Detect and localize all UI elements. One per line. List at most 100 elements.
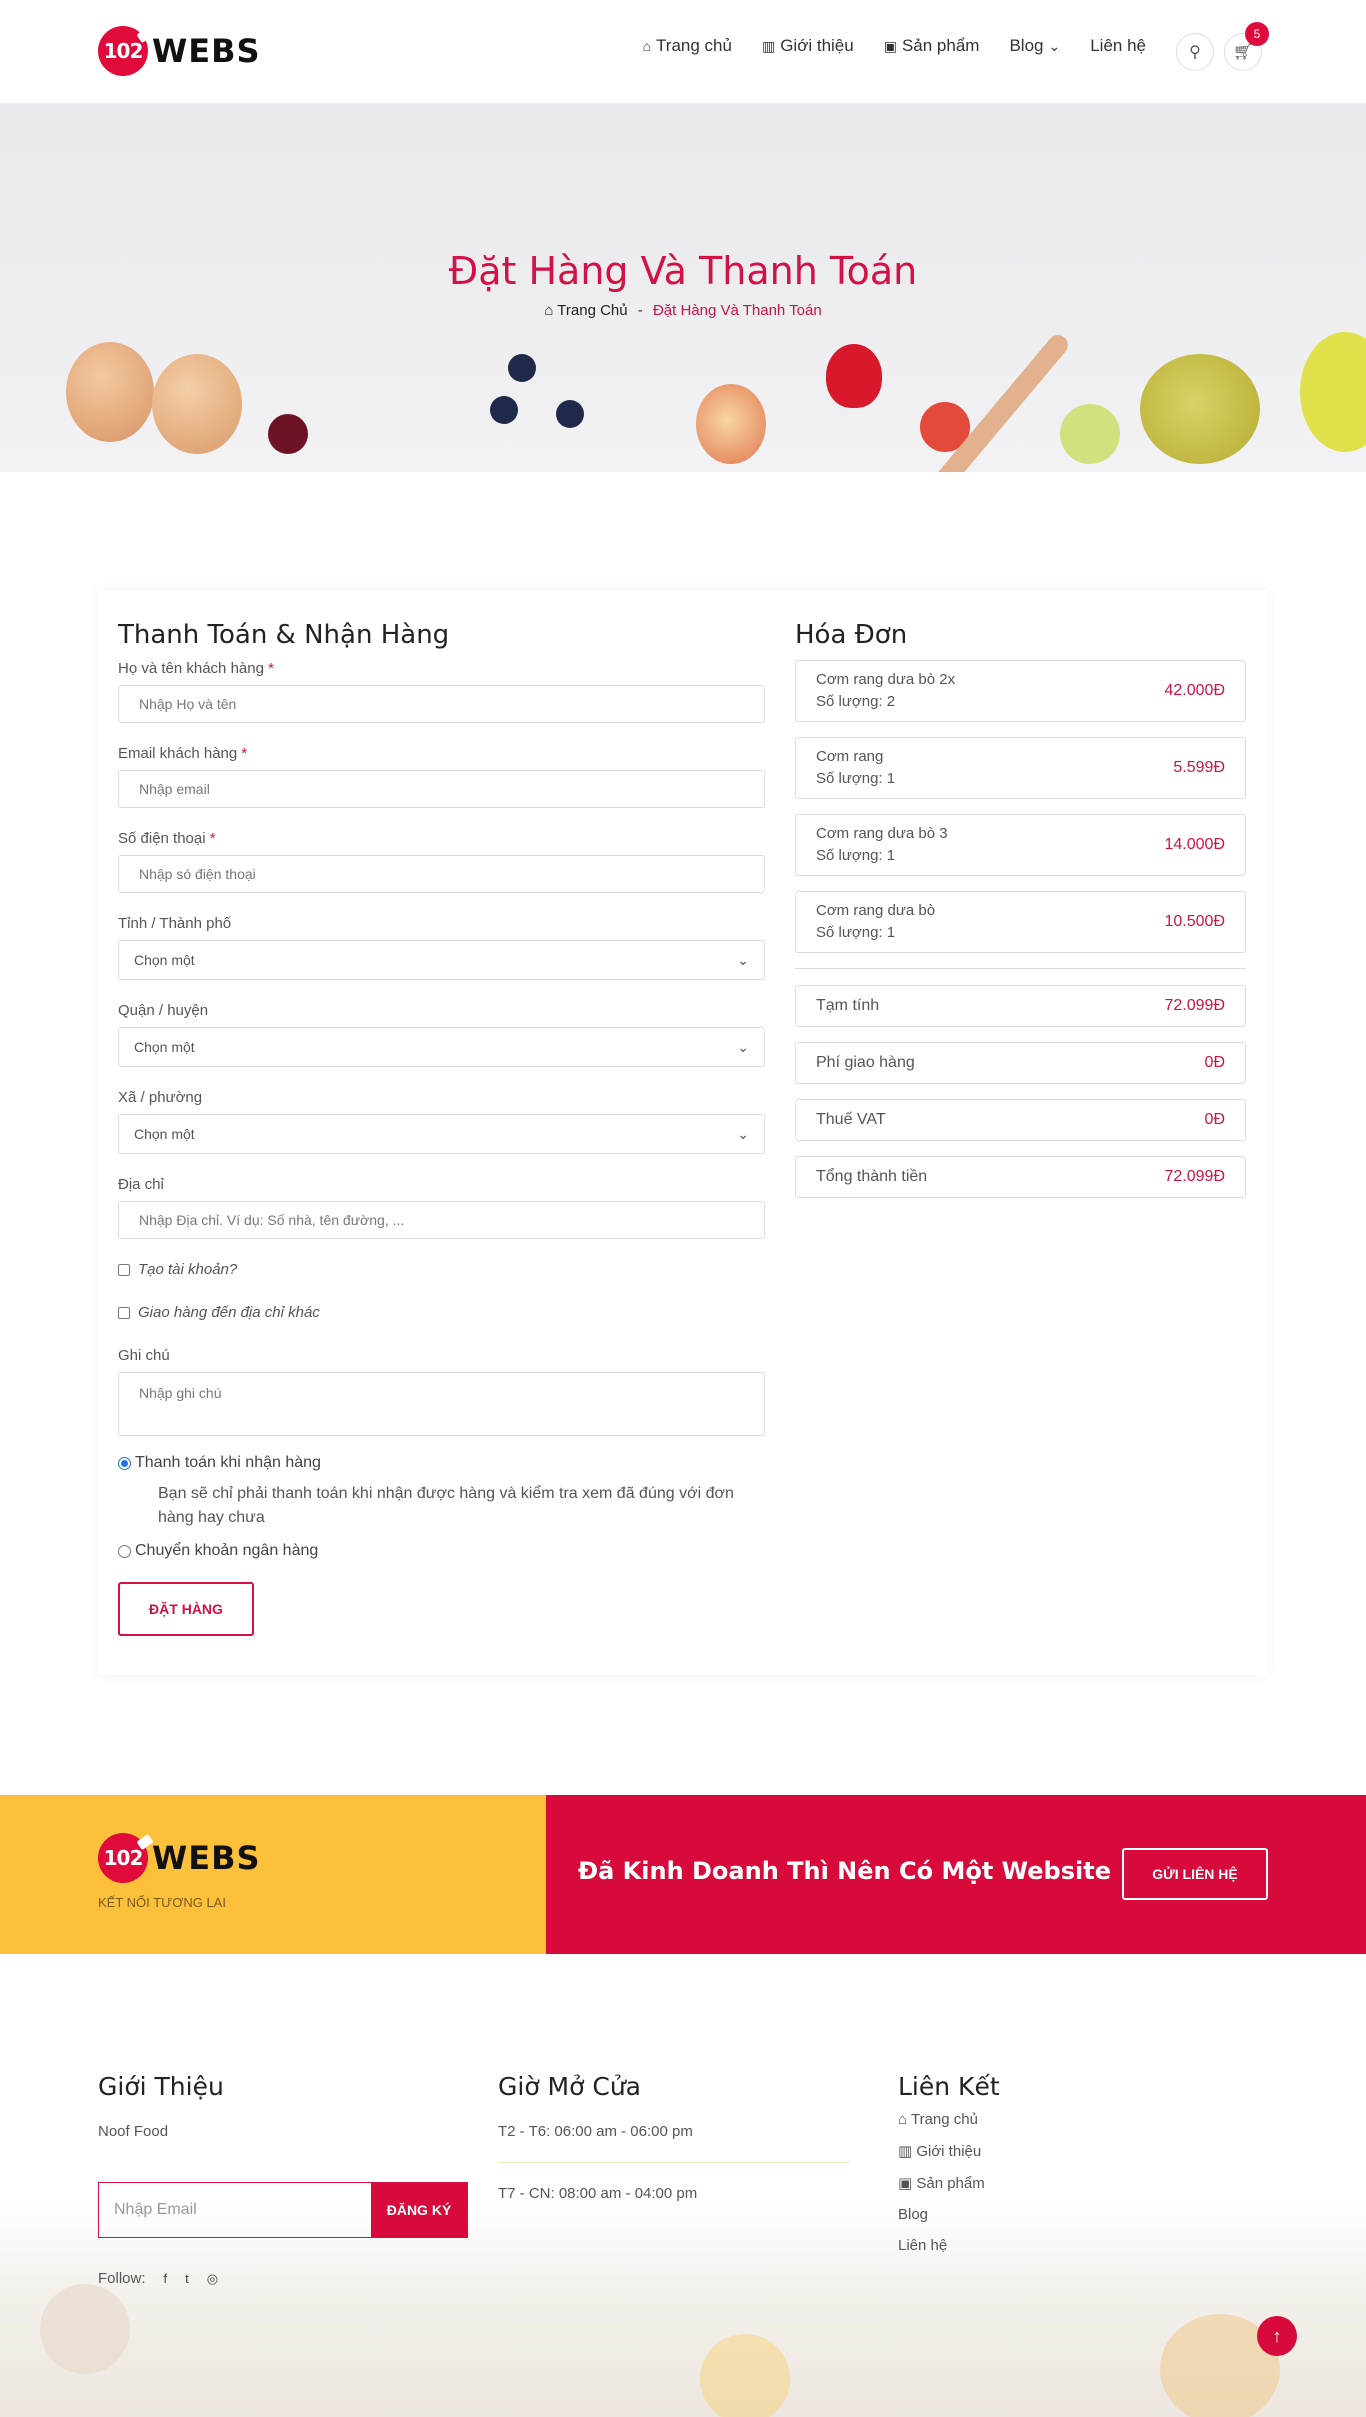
select-value: Chọn một (134, 952, 195, 968)
address-input[interactable]: Nhập Địa chỉ. Ví dụ: Số nhà, tên đường, … (118, 1201, 765, 1239)
chevron-down-icon: ⌄ (1048, 37, 1061, 54)
back-to-top-button[interactable]: ↑ (1257, 2316, 1297, 2356)
footer-link-blog[interactable]: Blog (898, 2206, 1000, 2223)
summary-label: Tạm tính (816, 997, 880, 1014)
cta-strip: 102 WEBS KẾT NỐI TƯƠNG LAI Đã Kinh Doanh… (0, 1795, 1366, 1954)
breadcrumb-home-label: Trang Chủ (557, 302, 628, 319)
note-label: Ghi chú (118, 1347, 170, 1364)
item-price: 42.000Đ (1164, 682, 1226, 699)
footer-hours-title: Giờ Mở Cửa (498, 2072, 641, 2101)
nav-item-blog[interactable]: Blog ⌄ (1009, 36, 1060, 56)
name-input[interactable]: Nhập Họ và tên (118, 685, 765, 723)
chevron-down-icon: ⌄ (737, 951, 749, 968)
summary-label: Phí giao hàng (816, 1054, 915, 1071)
radio-unselected[interactable] (118, 1544, 131, 1558)
summary-value: 0Đ (1204, 1111, 1225, 1128)
footer-hours: Giờ Mở Cửa T2 - T6: 06:00 am - 06:00 pm … (498, 2072, 850, 2246)
item-name: Cơm rang (816, 748, 884, 765)
email-field-group: Email khách hàng * Nhập email (118, 745, 765, 808)
radio-selected[interactable] (118, 1456, 131, 1470)
province-label: Tỉnh / Thành phố (118, 915, 232, 932)
address-label: Địa chỉ (118, 1176, 164, 1193)
breadcrumb: ⌂ Trang Chủ - Đặt Hàng Và Thanh Toán (0, 302, 1366, 319)
link-label: Giới thiệu (916, 2143, 982, 2160)
instagram-icon[interactable]: ◎ (207, 2271, 218, 2287)
checkout-form: Thanh Toán & Nhận Hàng Họ và tên khách h… (118, 620, 765, 1636)
ward-select[interactable]: Chọn một ⌄ (118, 1114, 765, 1154)
link-label: Sản phẩm (916, 2175, 985, 2192)
cta-banner: Đã Kinh Doanh Thì Nên Có Một Website GỬI… (546, 1795, 1366, 1954)
create-account-checkbox[interactable]: Tạo tài khoản? (118, 1261, 765, 1278)
breadcrumb-home[interactable]: ⌂ Trang Chủ (544, 302, 627, 319)
pay-cod-option[interactable]: Thanh toán khi nhận hàng (118, 1454, 765, 1472)
nav-item-about[interactable]: ▥ Giới thiệu (762, 36, 854, 56)
chevron-down-icon: ⌄ (737, 1038, 749, 1055)
province-select[interactable]: Chọn một ⌄ (118, 940, 765, 980)
chevron-down-icon: ⌄ (737, 1125, 749, 1142)
blueberry-image (556, 400, 584, 428)
item-qty: Số lượng: 1 (816, 924, 896, 941)
cake-icon: ▥ (761, 37, 776, 54)
search-icon: ⚲ (1189, 44, 1201, 61)
contact-button[interactable]: GỬI LIÊN HỆ (1122, 1848, 1268, 1900)
follow-label: Follow: (98, 2270, 146, 2287)
place-order-button[interactable]: ĐẶT HÀNG (118, 1582, 254, 1636)
ward-field-group: Xã / phường Chọn một ⌄ (118, 1089, 765, 1154)
district-label: Quận / huyện (118, 1002, 209, 1019)
item-name: Cơm rang dưa bò 3 (816, 825, 948, 842)
summary-shipping: Phí giao hàng 0Đ (795, 1042, 1246, 1084)
email-input[interactable]: Nhập email (118, 770, 765, 808)
footer-about-title: Giới Thiệu (98, 2072, 224, 2101)
hours-weekday: T2 - T6: 06:00 am - 06:00 pm (498, 2123, 850, 2163)
nav-label: Sản phẩm (901, 36, 980, 55)
cart-icon: 🛒︎ (1232, 44, 1254, 61)
pay-bank-option[interactable]: Chuyển khoản ngân hàng (118, 1542, 765, 1560)
footer-logo[interactable]: 102 WEBS (98, 1833, 261, 1883)
footer-link-contact[interactable]: Liên hệ (898, 2237, 1000, 2254)
home-icon: ⌂ (544, 302, 558, 319)
home-icon: ⌂ (642, 38, 652, 54)
nav-label: Giới thiệu (780, 36, 854, 55)
checkbox-box[interactable] (118, 1306, 130, 1319)
nav-label: Liên hệ (1090, 36, 1146, 55)
summary-value: 72.099Đ (1164, 1168, 1226, 1185)
tagline: KẾT NỐI TƯƠNG LAI (98, 1895, 226, 1910)
footer-link-products[interactable]: ▣ Sản phẩm (898, 2174, 1000, 2192)
summary-vat: Thuế VAT 0Đ (795, 1099, 1246, 1141)
summary-value: 72.099Đ (1164, 997, 1226, 1014)
cart-button[interactable]: 🛒︎ 5 (1224, 22, 1269, 71)
nav-label: Blog (1009, 36, 1044, 55)
egg-image (66, 342, 154, 442)
checkbox-box[interactable] (118, 1263, 130, 1276)
phone-input[interactable]: Nhập só điện thoại (118, 855, 765, 893)
radio-label: Chuyển khoản ngân hàng (135, 1542, 319, 1559)
nav-item-home[interactable]: ⌂ Trang chủ (643, 36, 732, 56)
link-label: Liên hệ (898, 2237, 948, 2254)
item-price: 14.000Đ (1164, 836, 1226, 853)
logo[interactable]: 102 WEBS (98, 26, 261, 76)
search-button[interactable]: ⚲ (1176, 33, 1214, 71)
item-qty: Số lượng: 2 (816, 693, 896, 710)
footer-links: Liên Kết ⌂ Trang chủ ▥ Giới thiệu ▣ Sản … (898, 2072, 1000, 2268)
note-textarea[interactable]: Nhập ghi chú (118, 1372, 765, 1436)
footer-link-about[interactable]: ▥ Giới thiệu (898, 2142, 1000, 2160)
district-select[interactable]: Chọn một ⌄ (118, 1027, 765, 1067)
nav-item-contact[interactable]: Liên hệ (1090, 36, 1146, 56)
select-value: Chọn một (134, 1126, 195, 1142)
logo-text: WEBS (152, 1839, 261, 1877)
invoice-item: Cơm rang dưa bò 3 Số lượng: 1 14.000Đ (795, 814, 1246, 876)
footer-link-home[interactable]: ⌂ Trang chủ (898, 2111, 1000, 2128)
subscribe-email-input[interactable]: Nhập Email (99, 2183, 371, 2237)
home-icon: ⌂ (898, 2111, 911, 2128)
twitter-icon[interactable]: t (185, 2271, 189, 2286)
summary-value: 0Đ (1204, 1054, 1225, 1071)
nav-item-products[interactable]: ▣ Sản phẩm (884, 36, 980, 56)
site-header: 102 WEBS ⌂ Trang chủ ▥ Giới thiệu ▣ Sản phẩ… (0, 0, 1366, 104)
subscribe-button[interactable]: ĐĂNG KÝ (371, 2183, 467, 2237)
hours-weekend: T7 - CN: 08:00 am - 04:00 pm (498, 2185, 698, 2202)
invoice-panel: Hóa Đơn Cơm rang dưa bò 2x Số lượng: 2 42… (795, 620, 1246, 1213)
ship-other-address-checkbox[interactable]: Giao hàng đến địa chỉ khác (118, 1304, 765, 1321)
page-title: Đặt Hàng Và Thanh Toán (448, 249, 918, 293)
item-qty: Số lượng: 1 (816, 770, 896, 787)
facebook-icon[interactable]: f (164, 2271, 168, 2286)
